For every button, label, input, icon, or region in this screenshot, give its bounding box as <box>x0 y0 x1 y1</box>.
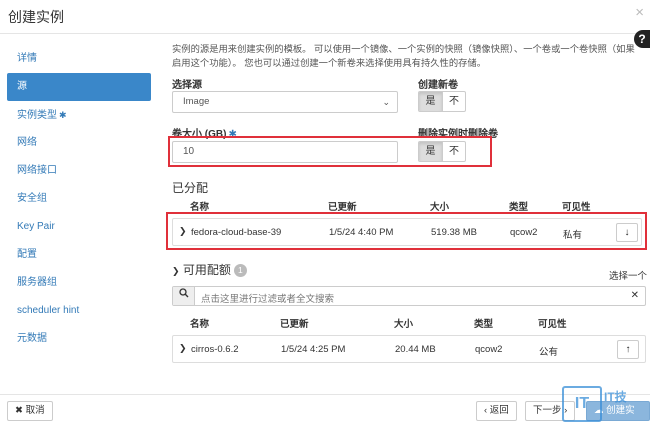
allocated-title: 已分配 <box>172 181 209 195</box>
sidebar-item-network-ports[interactable]: 网络接口 <box>7 157 151 185</box>
source-description: 实例的源是用来创建实例的模板。 可以使用一个镜像、一个实例的快照（镜像快照）、一… <box>172 44 635 68</box>
modal-title: 创建实例 <box>8 9 64 25</box>
column-header-name[interactable]: 名称 <box>190 316 209 330</box>
available-visibility: 公有 <box>539 347 559 358</box>
sidebar-item-security-groups[interactable]: 安全组 <box>7 185 151 213</box>
column-header-updated[interactable]: 已更新 <box>328 199 357 213</box>
sidebar-item-networks[interactable]: 网络 <box>7 129 151 157</box>
chevron-down-icon: ❯ <box>172 266 180 276</box>
search-input[interactable]: 点击这里进行过滤或者全文搜索 ✕ <box>172 286 646 306</box>
create-volume-yes-button[interactable]: 是 <box>419 92 442 111</box>
select-one-hint: 选择一个 <box>609 271 648 282</box>
available-size: 20.44 MB <box>395 344 436 355</box>
highlight-allocated-box <box>166 212 647 250</box>
column-header-visibility[interactable]: 可见性 <box>538 316 567 330</box>
available-row: ❯ cirros-0.6.2 1/5/24 4:25 PM 20.44 MB q… <box>172 335 646 363</box>
search-icon <box>173 287 195 305</box>
sidebar-item-scheduler-hint[interactable]: scheduler hint <box>7 297 151 325</box>
watermark-logo: IT <box>562 386 602 422</box>
create-volume-toggle: 是 不 <box>418 91 466 112</box>
close-icon: ✖ <box>15 405 23 416</box>
column-header-updated[interactable]: 已更新 <box>280 316 309 330</box>
wizard-sidebar: 详情 源 实例类型 ✱ 网络 网络接口 安全组 Key Pair 配置 服务器组 … <box>7 45 151 353</box>
column-header-type[interactable]: 类型 <box>509 199 528 213</box>
source-panel: 实例的源是用来创建实例的模板。 可以使用一个镜像、一个实例的快照（镜像快照）、一… <box>166 0 650 424</box>
modal-footer: ✖ 取消 ‹ 返回 下一步 › ☁ 创建实例 <box>0 394 650 424</box>
create-volume-no-button[interactable]: 不 <box>442 92 465 111</box>
sidebar-item-details[interactable]: 详情 <box>7 45 151 73</box>
sidebar-item-server-groups[interactable]: 服务器组 <box>7 269 151 297</box>
chevron-right-icon[interactable]: ❯ <box>179 343 187 354</box>
close-icon[interactable]: ✕ <box>631 290 639 301</box>
chevron-down-icon: ⌄ <box>382 97 390 107</box>
column-header-type[interactable]: 类型 <box>474 316 493 330</box>
column-header-size[interactable]: 大小 <box>430 199 449 213</box>
select-source-dropdown[interactable]: Image ⌄ <box>172 91 398 113</box>
available-title[interactable]: ❯ 可用配额 1 <box>172 261 247 278</box>
highlight-volume-box <box>168 136 492 167</box>
required-icon: ✱ <box>59 110 67 120</box>
cancel-button[interactable]: ✖ 取消 <box>7 401 53 421</box>
column-header-size[interactable]: 大小 <box>394 316 413 330</box>
sidebar-item-source[interactable]: 源 <box>7 73 151 101</box>
available-type: qcow2 <box>475 344 503 355</box>
arrow-up-icon[interactable]: ↑ <box>617 340 639 359</box>
select-source-label: 选择源 <box>172 80 202 91</box>
select-source-value: Image <box>183 96 210 107</box>
sidebar-item-flavor[interactable]: 实例类型 ✱ <box>7 101 151 129</box>
sidebar-item-metadata[interactable]: 元数据 <box>7 325 151 353</box>
available-name: cirros-0.6.2 <box>191 344 239 355</box>
sidebar-item-key-pair[interactable]: Key Pair <box>7 213 151 241</box>
create-volume-label: 创建新卷 <box>418 80 458 91</box>
search-placeholder: 点击这里进行过滤或者全文搜索 <box>201 294 335 305</box>
available-updated: 1/5/24 4:25 PM <box>281 344 346 355</box>
sidebar-item-configuration[interactable]: 配置 <box>7 241 151 269</box>
column-header-visibility[interactable]: 可见性 <box>562 199 591 213</box>
available-count-badge: 1 <box>233 264 247 277</box>
watermark-text: IT技 <box>604 390 627 404</box>
column-header-name[interactable]: 名称 <box>190 199 209 213</box>
back-button[interactable]: ‹ 返回 <box>476 401 517 421</box>
